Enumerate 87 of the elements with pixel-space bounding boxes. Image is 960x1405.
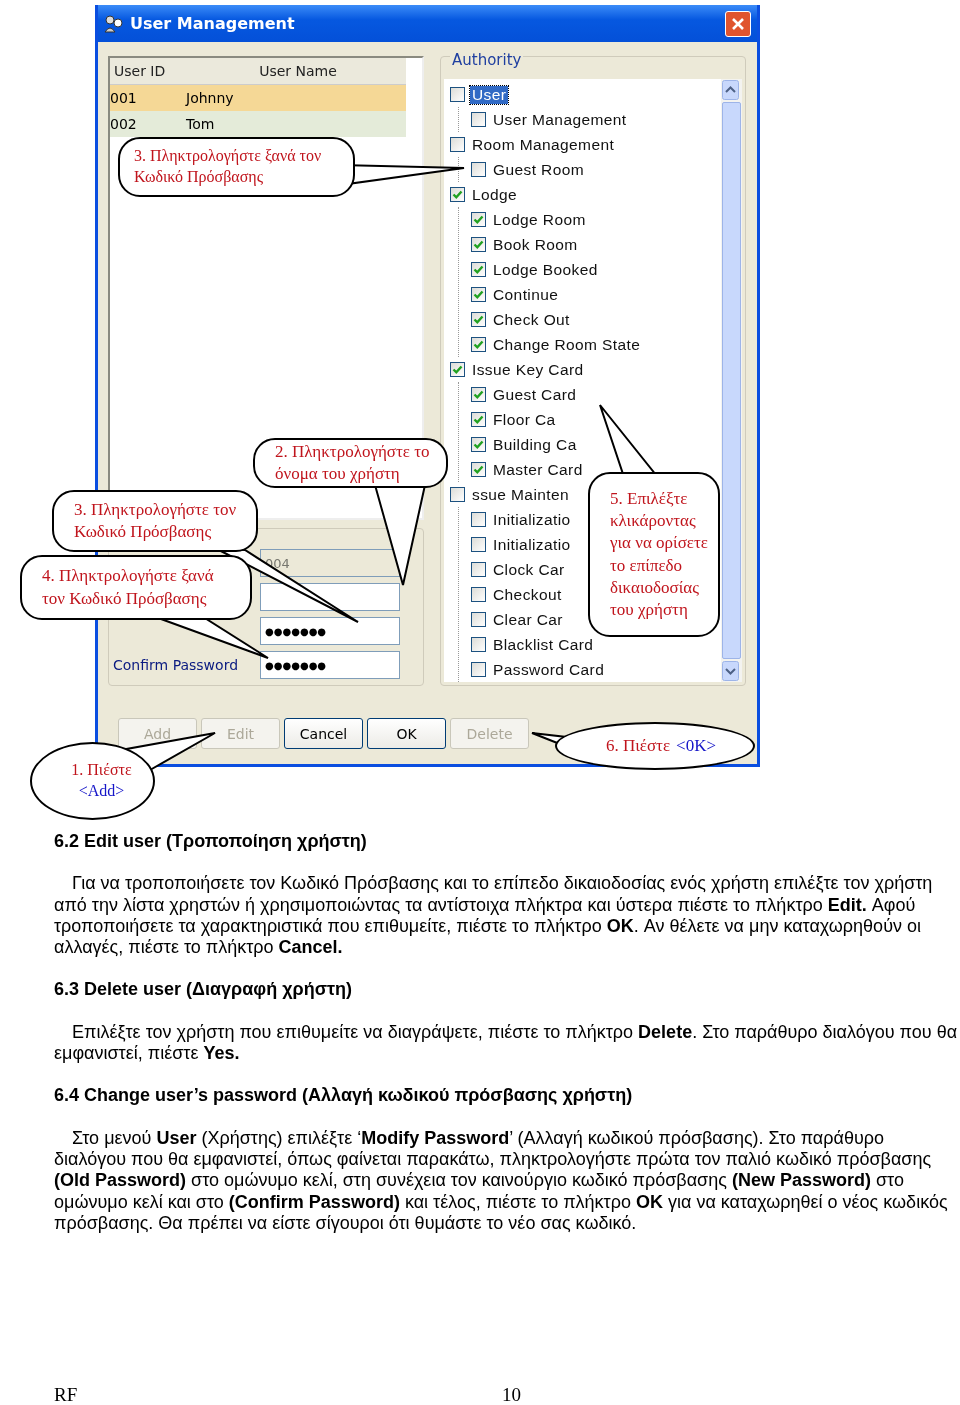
checkbox[interactable] [471, 212, 486, 227]
paragraph: Στο μενού User (Χρήστης) επιλέξτε ‘Modify Password’ (Αλλαγή κωδικού πρόσβασης). Στο παράθυρο διαλόγου που θα εμφανιστεί, όπως φαίνεται παρακάτω, πληκτρολογήστε πρώτα τον παλιό κωδικό πρόσβασης (Old Password) στο ομώνυμο κελί, στη συνέχεια τον καινούργιο κωδικό πρόσβασης (New Password) στο ομώνυμο κελί και στο (Confirm Password) και τέλος, πιέστε το πλήκτρο OK για να καταχωρηθεί ο νέος κωδικός πρόσβασης. Θα πρέπει να είστε σίγουροι ότι θυμάστε το νέο σας κωδικό. [54, 1127, 949, 1235]
checkbox[interactable] [471, 237, 486, 252]
checkbox[interactable] [471, 637, 486, 652]
table-row[interactable]: 002 Tom [110, 111, 406, 137]
checkbox[interactable] [471, 112, 486, 127]
tree-item[interactable]: Password Card [491, 660, 607, 679]
tree-item[interactable]: Guest Card [491, 385, 579, 404]
close-button[interactable] [725, 10, 751, 37]
table-row[interactable]: 001 Johnny [110, 85, 406, 111]
checkbox[interactable] [450, 137, 465, 152]
scroll-up-icon[interactable] [722, 80, 739, 100]
callout-text: 3. Πληκτρολογήστε τον Κωδικό Πρόσβασης [74, 498, 238, 543]
dialog-button[interactable]: OK [367, 718, 446, 749]
checkbox[interactable] [471, 312, 486, 327]
paragraph: Επιλέξτε τον χρήστη που επιθυμείτε να διαγράψετε, πιέστε το πλήκτρο Delete. Στο παράθυρο διαλόγου που θα εμφανιστεί, πιέστε Yes. [54, 1021, 958, 1065]
paragraph: Για να τροποποιήσετε τον Κωδικό Πρόσβασης και το επίπεδο δικαιοδοσίας ενός χρήστη επιλέξτε τον χρήστη από την λίστα χρηστών ή χρησιμοποιώντας τα αντίστοιχα πλήκτρα και ύστερα πιέστε το πλήκτρο Edit. Αφού τροποποιήσετε τα χαρακτηριστικά που επιθυμείτε, πιέστε το πλήκτρο OK. Αν θέλετε να μην καταχωρηθούν οι αλλαγές, πιέστε το πλήκτρο Cancel. [54, 873, 934, 959]
tree-item[interactable]: Floor Ca [491, 410, 558, 429]
tree-item[interactable]: Guest Room [491, 160, 586, 179]
tree-item[interactable]: Room Management [470, 135, 617, 154]
section-heading: 6.4 Change user’s password (Αλλαγή κωδικού πρόσβασης χρήστη) [54, 1085, 634, 1107]
checkbox[interactable] [450, 187, 465, 202]
tree-item[interactable]: Change Room State [491, 335, 643, 354]
tree-item[interactable]: Clock Car [491, 560, 567, 579]
password-field[interactable]: ●●●●●●● [260, 617, 400, 645]
checkbox[interactable] [471, 337, 486, 352]
checkbox[interactable] [471, 462, 486, 477]
checkbox[interactable] [471, 287, 486, 302]
tree-item[interactable]: Checkout [491, 585, 564, 604]
close-icon [731, 16, 745, 31]
checkbox[interactable] [471, 412, 486, 427]
callout-key-text: <0K> [676, 734, 717, 757]
tree-item[interactable]: Master Card [491, 460, 585, 479]
checkbox[interactable] [471, 512, 486, 527]
checkbox[interactable] [471, 162, 486, 177]
tree-item[interactable]: Building Ca [491, 435, 579, 454]
group-title: Authority [450, 51, 524, 69]
field-label: Confirm Password [113, 657, 239, 673]
section-heading: 6.3 Delete user (Διαγραφή χρήστη) [54, 979, 353, 1001]
tree-item[interactable]: Blacklist Card [491, 635, 596, 654]
tree-item[interactable]: Issue Key Card [470, 360, 586, 379]
table-cell-text: 001 [110, 89, 138, 108]
tree-item[interactable]: Initializatio [491, 510, 573, 529]
scrollbar[interactable] [721, 79, 742, 682]
input-field[interactable] [260, 583, 400, 611]
column-header[interactable]: User Name [190, 58, 406, 84]
callout-key-text: <Add> [78, 781, 125, 801]
callout-text: 4. Πληκτρολογήστε ξανά τον Κωδικό Πρόσβασης [42, 565, 215, 610]
dialog-button[interactable]: Cancel [284, 718, 363, 749]
callout-text: 5. Επιλέξτε κλικάροντας για να ορίσετε το επίπεδο δικαιοδοσίας του χρήστη [610, 488, 708, 621]
callout-text: 6. Πιέστε [605, 734, 671, 757]
checkbox[interactable] [471, 612, 486, 627]
checkbox[interactable] [471, 537, 486, 552]
callout-text: 3. Πληκτρολογήστε ξανά τον Κωδικό Πρόσβασης [134, 146, 323, 188]
tree-item[interactable]: Lodge Booked [491, 260, 600, 279]
window-title: User Management [130, 14, 296, 33]
tree-item[interactable]: Check Out [491, 310, 572, 329]
tree-item[interactable]: Lodge Room [491, 210, 588, 229]
checkbox[interactable] [471, 662, 486, 677]
scroll-down-icon[interactable] [722, 661, 739, 681]
table-cell-text: Tom [186, 115, 216, 134]
tree-item[interactable]: Book Room [491, 235, 580, 254]
footer-text: RF [54, 1384, 78, 1405]
tree-item[interactable]: Clear Car [491, 610, 565, 629]
checkbox[interactable] [450, 362, 465, 377]
callout-text: 2. Πληκτρολογήστε το όνομα του χρήστη [275, 440, 431, 485]
section-heading: 6.2 Edit user (Τροποποίηση χρήστη) [54, 831, 368, 853]
callout-text: 1. Πιέστε [71, 760, 132, 781]
checkbox[interactable] [471, 387, 486, 402]
column-header[interactable]: User ID [110, 58, 190, 84]
checkbox[interactable] [450, 487, 465, 502]
table-cell-text: Johnny [186, 89, 235, 108]
page-number: 10 [502, 1384, 521, 1405]
tree-item[interactable]: ssue Mainten [470, 485, 571, 504]
checkbox[interactable] [471, 562, 486, 577]
table-cell-text: 002 [110, 115, 138, 134]
tree-item[interactable]: Initializatio [491, 535, 573, 554]
checkbox[interactable] [450, 87, 465, 102]
checkbox[interactable] [471, 437, 486, 452]
checkbox[interactable] [471, 262, 486, 277]
tree-item[interactable]: Lodge [470, 185, 520, 204]
checkbox[interactable] [471, 587, 486, 602]
tree-item[interactable]: User [470, 85, 509, 104]
people-icon [104, 14, 124, 33]
tree-item[interactable]: Continue [491, 285, 561, 304]
password-field[interactable]: ●●●●●●● [260, 651, 400, 679]
tree-item[interactable]: User Management [491, 110, 629, 129]
